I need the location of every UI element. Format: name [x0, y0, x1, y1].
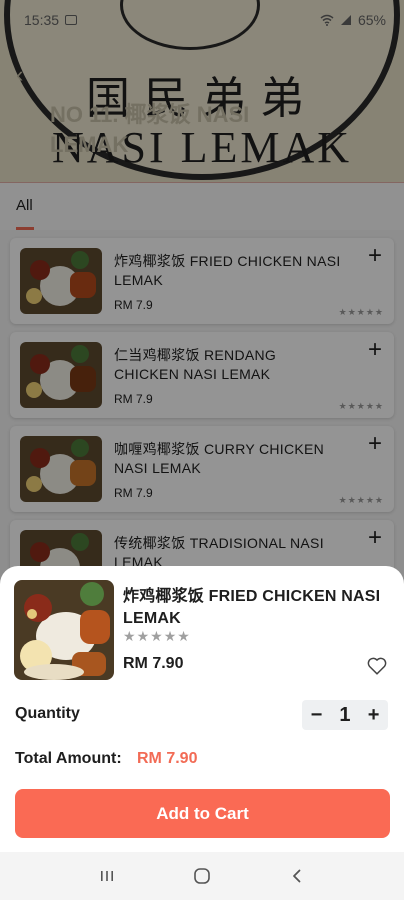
total-amount-value: RM 7.90 [137, 750, 198, 767]
add-to-cart-sheet: 炸鸡椰浆饭 FRIED CHICKEN NASI LEMAK ★★★★★ RM … [0, 566, 404, 852]
back-icon[interactable] [282, 861, 312, 891]
wifi-icon [320, 14, 334, 26]
status-time: 15:35 [24, 12, 60, 28]
item-image [14, 580, 114, 680]
star-icon: ★ [177, 628, 191, 644]
add-to-cart-button[interactable]: Add to Cart [15, 789, 390, 838]
gallery-notification-icon [65, 15, 78, 25]
star-icon: ★ [163, 628, 178, 644]
quantity-label: Quantity [15, 705, 80, 722]
plus-icon[interactable]: + [368, 705, 380, 725]
star-icon: ★ [136, 628, 151, 644]
battery-level: 65% [357, 12, 386, 28]
system-navigation-bar [0, 852, 404, 900]
minus-icon[interactable]: − [311, 705, 323, 725]
recents-icon[interactable] [92, 861, 122, 891]
signal-icon [340, 15, 351, 25]
star-icon: ★ [123, 628, 137, 644]
heart-outline-icon[interactable] [366, 655, 388, 677]
star-icon: ★ [150, 628, 164, 644]
item-name: 炸鸡椰浆饭 FRIED CHICKEN NASI LEMAK [123, 588, 381, 627]
quantity-value: 1 [339, 704, 351, 726]
star-rating: ★★★★★ [123, 628, 191, 645]
quantity-stepper: − 1 + [302, 700, 388, 730]
status-bar: 15:35 65% [0, 0, 404, 40]
home-icon[interactable] [187, 861, 217, 891]
item-price: RM 7.90 [123, 655, 184, 672]
total-amount-label: Total Amount: [15, 750, 122, 767]
